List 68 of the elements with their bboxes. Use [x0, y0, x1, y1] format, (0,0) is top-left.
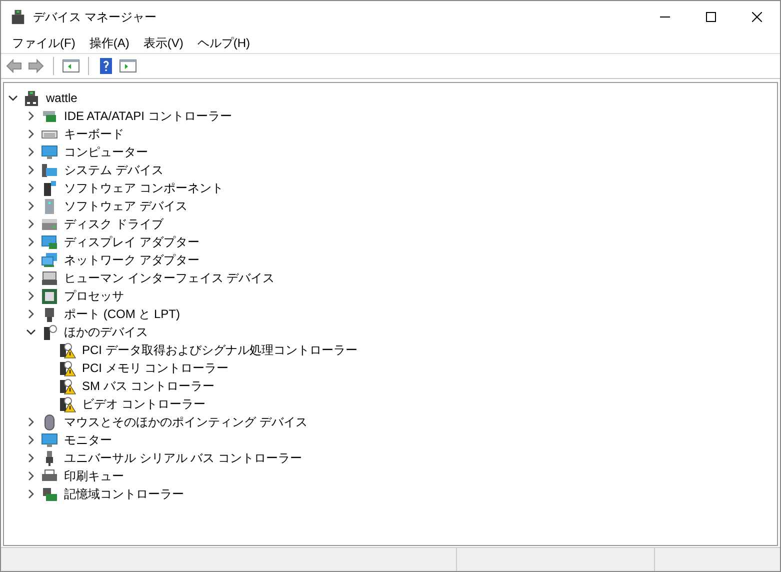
- tree-item[interactable]: 印刷キュー: [63, 467, 125, 485]
- warning-device-icon: [59, 360, 76, 376]
- warning-device-icon: [59, 378, 76, 394]
- expand-chevron-icon[interactable]: [26, 237, 36, 247]
- tree-item[interactable]: システム デバイス: [63, 161, 164, 179]
- tree-item[interactable]: ソフトウェア デバイス: [63, 197, 188, 215]
- system-device-icon: [41, 162, 58, 178]
- action-pane-icon[interactable]: [119, 57, 137, 75]
- tree-item[interactable]: ビデオ コントローラー: [81, 395, 206, 413]
- monitor-icon: [41, 144, 58, 160]
- tree-item[interactable]: コンピューター: [63, 143, 149, 161]
- warning-device-icon: [59, 396, 76, 412]
- expand-chevron-icon[interactable]: [26, 273, 36, 283]
- tree-item[interactable]: ディスク ドライブ: [63, 215, 164, 233]
- expand-chevron-icon[interactable]: [26, 183, 36, 193]
- tree-item[interactable]: モニター: [63, 431, 113, 449]
- app-icon: [10, 8, 26, 24]
- warning-device-icon: [59, 342, 76, 358]
- console-tree-icon[interactable]: [62, 57, 80, 75]
- tree-item[interactable]: マウスとそのほかのポインティング デバイス: [63, 413, 308, 431]
- window-title: デバイス マネージャー: [33, 8, 156, 26]
- maximize-icon: [706, 12, 716, 22]
- tree-item[interactable]: SM バス コントローラー: [81, 377, 216, 395]
- expand-chevron-icon[interactable]: [26, 291, 36, 301]
- forward-arrow-icon[interactable]: [27, 57, 45, 75]
- processor-icon: [41, 288, 58, 304]
- expand-chevron-icon[interactable]: [26, 453, 36, 463]
- computer-tower-icon: [23, 90, 40, 106]
- expand-chevron-icon[interactable]: [26, 111, 36, 121]
- menu-item[interactable]: 表示(V): [136, 34, 190, 52]
- menu-item[interactable]: 操作(A): [82, 34, 136, 52]
- tree-item[interactable]: wattle: [45, 89, 78, 107]
- back-arrow-icon[interactable]: [5, 57, 23, 75]
- expand-chevron-icon[interactable]: [26, 219, 36, 229]
- tree-item[interactable]: ユニバーサル シリアル バス コントローラー: [63, 449, 304, 467]
- tree-item[interactable]: PCI メモリ コントローラー: [81, 359, 230, 377]
- help-icon[interactable]: [97, 57, 115, 75]
- tree-item[interactable]: PCI データ取得およびシグナル処理コントローラー: [81, 341, 358, 359]
- tree-item[interactable]: ポート (COM と LPT): [63, 305, 181, 323]
- expand-chevron-icon[interactable]: [26, 129, 36, 139]
- collapse-chevron-icon[interactable]: [8, 93, 18, 103]
- display-adapter-icon: [41, 234, 58, 250]
- menu-item[interactable]: ヘルプ(H): [190, 34, 257, 52]
- tree-item[interactable]: プロセッサ: [63, 287, 125, 305]
- tree-item[interactable]: キーボード: [63, 125, 125, 143]
- storage-controller-icon: [41, 486, 58, 502]
- expand-chevron-icon[interactable]: [26, 309, 36, 319]
- tree-item[interactable]: ネットワーク アダプター: [63, 251, 200, 269]
- expand-chevron-icon[interactable]: [26, 435, 36, 445]
- tree-item[interactable]: ほかのデバイス: [63, 323, 149, 341]
- expand-chevron-icon[interactable]: [26, 417, 36, 427]
- tree-item[interactable]: IDE ATA/ATAPI コントローラー: [63, 107, 233, 125]
- menu-item[interactable]: ファイル(F): [5, 34, 82, 52]
- expand-chevron-icon[interactable]: [26, 471, 36, 481]
- close-icon: [752, 12, 762, 22]
- expand-chevron-icon[interactable]: [26, 147, 36, 157]
- collapse-chevron-icon[interactable]: [26, 327, 36, 337]
- tree-item[interactable]: ディスプレイ アダプター: [63, 233, 200, 251]
- expand-chevron-icon[interactable]: [26, 165, 36, 175]
- expand-chevron-icon[interactable]: [26, 255, 36, 265]
- tree-item[interactable]: ヒューマン インターフェイス デバイス: [63, 269, 276, 287]
- tree-item[interactable]: 記憶域コントローラー: [63, 485, 185, 503]
- monitor-icon: [41, 432, 58, 448]
- expand-chevron-icon[interactable]: [26, 201, 36, 211]
- tree-item[interactable]: ソフトウェア コンポーネント: [63, 179, 224, 197]
- unknown-device-icon: [41, 324, 58, 340]
- network-icon: [41, 252, 58, 268]
- expand-chevron-icon[interactable]: [26, 489, 36, 499]
